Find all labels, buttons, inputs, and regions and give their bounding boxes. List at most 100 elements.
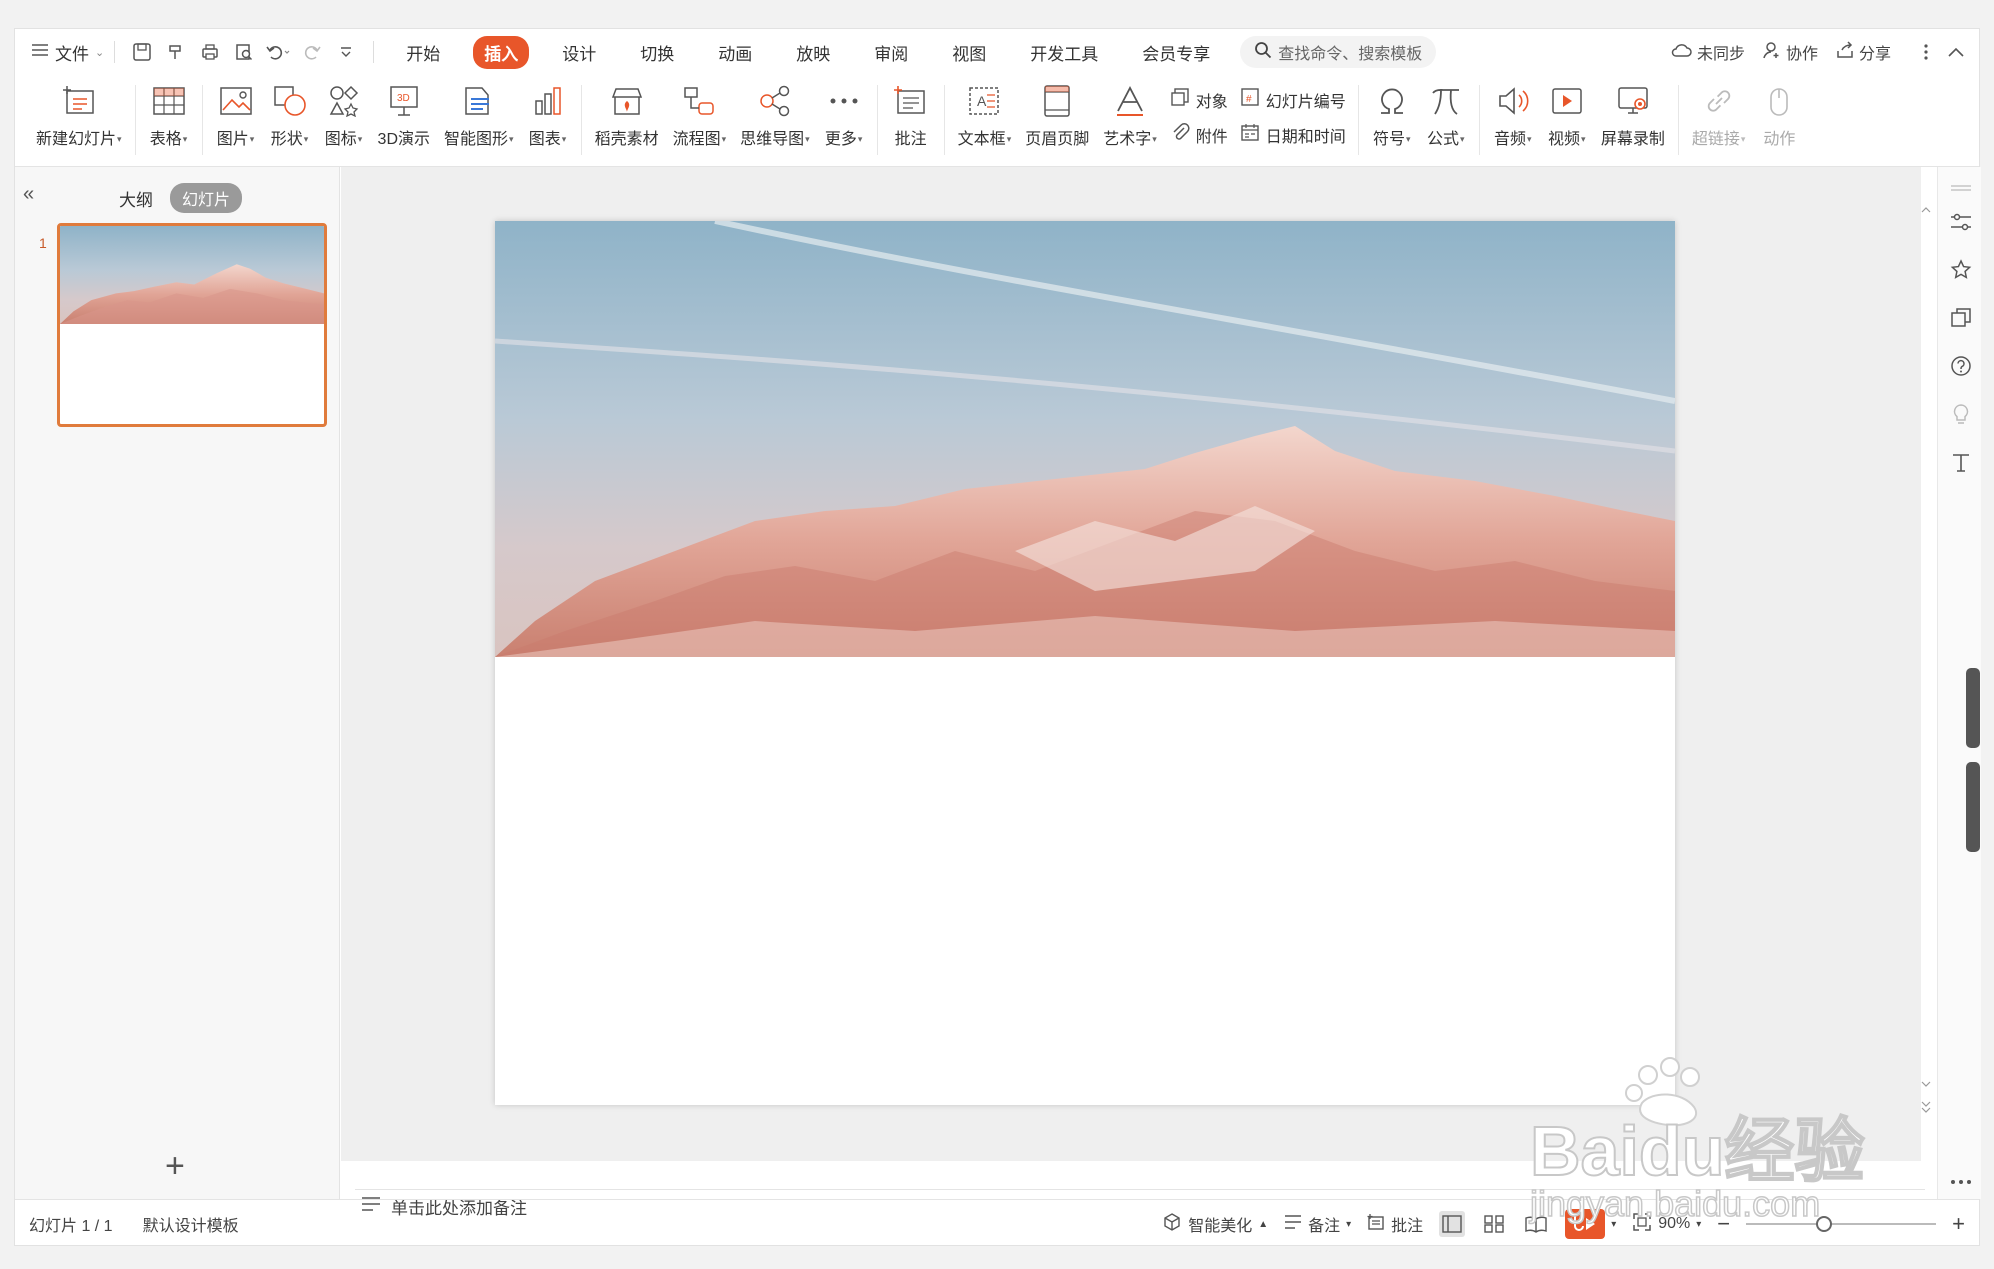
- tab-review[interactable]: 审阅: [863, 36, 919, 69]
- zoom-in-button[interactable]: +: [1952, 1211, 1965, 1237]
- hyperlink-button[interactable]: 超链接▾: [1685, 81, 1753, 149]
- slide-thumbnail[interactable]: [57, 223, 327, 427]
- more-label: 更多: [824, 131, 857, 148]
- print-icon[interactable]: [193, 35, 227, 69]
- lightbulb-icon[interactable]: [1948, 401, 1974, 427]
- screen-record-button[interactable]: 屏幕录制: [1594, 81, 1672, 149]
- attachment-button[interactable]: 附件: [1170, 122, 1228, 147]
- slide-canvas[interactable]: [495, 221, 1675, 1105]
- 3d-button[interactable]: 3D 3D演示: [371, 81, 437, 149]
- tab-developer[interactable]: 开发工具: [1019, 36, 1109, 69]
- tab-view[interactable]: 视图: [941, 36, 997, 69]
- more-button[interactable]: 更多▾: [817, 81, 871, 149]
- settings-sliders-icon[interactable]: [1948, 209, 1974, 235]
- chart-label: 图表: [528, 131, 561, 148]
- star-icon[interactable]: [1948, 257, 1974, 283]
- tab-slideshow[interactable]: 放映: [785, 36, 841, 69]
- side-float-tab-1[interactable]: [1966, 668, 1980, 748]
- shape-button[interactable]: 形状▾: [263, 81, 317, 149]
- notes-toggle-button[interactable]: 备注 ▾: [1284, 1212, 1351, 1236]
- picture-label: 图片: [216, 131, 249, 148]
- header-footer-button[interactable]: 页眉页脚: [1018, 81, 1096, 149]
- audio-button[interactable]: 音频▾: [1486, 81, 1540, 149]
- chart-button[interactable]: 图表▾: [521, 81, 575, 149]
- tab-slides[interactable]: 幻灯片: [170, 183, 243, 213]
- tab-animations[interactable]: 动画: [707, 36, 763, 69]
- comment-button[interactable]: 批注: [884, 81, 938, 149]
- icons-label: 图标: [324, 131, 357, 148]
- customize-quick-access-icon[interactable]: [329, 35, 363, 69]
- video-button[interactable]: 视频▾: [1540, 81, 1594, 149]
- collapse-panel-icon[interactable]: «: [23, 183, 34, 206]
- table-button[interactable]: 表格▾: [142, 81, 196, 149]
- divider: [1478, 85, 1480, 155]
- textbox-button[interactable]: A 文本框▾: [951, 81, 1019, 149]
- vertical-scrollbar[interactable]: [1919, 204, 1933, 1164]
- formula-label: 公式: [1427, 131, 1460, 148]
- slide-number-button[interactable]: # 幻灯片编号: [1240, 87, 1346, 112]
- save-icon[interactable]: [125, 35, 159, 69]
- new-slide-button[interactable]: 新建幻灯片▾: [29, 81, 129, 149]
- side-float-tab-2[interactable]: [1966, 762, 1980, 852]
- icons-button[interactable]: 图标▾: [317, 81, 371, 149]
- hyperlink-label: 超链接: [1691, 131, 1740, 148]
- text-icon[interactable]: [1948, 449, 1974, 475]
- format-painter-icon[interactable]: [159, 35, 193, 69]
- drag-handle-icon[interactable]: [1948, 175, 1974, 201]
- more-options-icon[interactable]: [1923, 43, 1929, 61]
- wordart-button[interactable]: 艺术字▾: [1096, 81, 1164, 149]
- sync-status[interactable]: 未同步: [1670, 40, 1745, 64]
- action-label: 动作: [1763, 131, 1796, 148]
- tab-home[interactable]: 开始: [395, 36, 451, 69]
- tab-membership[interactable]: 会员专享: [1131, 36, 1221, 69]
- tab-transitions[interactable]: 切换: [629, 36, 685, 69]
- divider: [1357, 85, 1359, 155]
- chevron-down-icon[interactable]: ▾: [1611, 1219, 1616, 1230]
- comments-toggle-button[interactable]: 批注: [1367, 1212, 1423, 1236]
- help-icon[interactable]: [1948, 353, 1974, 379]
- mountain-image[interactable]: [495, 221, 1675, 657]
- share-icon: [1836, 40, 1854, 64]
- file-menu[interactable]: 文件 ⌄: [31, 40, 104, 65]
- normal-view-icon[interactable]: [1439, 1211, 1466, 1237]
- print-preview-icon[interactable]: [227, 35, 261, 69]
- mindmap-button[interactable]: 思维导图▾: [733, 81, 817, 149]
- copy-format-icon[interactable]: [1948, 305, 1974, 331]
- daoke-button[interactable]: 稻壳素材: [588, 81, 666, 149]
- zoom-out-button[interactable]: −: [1717, 1211, 1730, 1237]
- command-search[interactable]: 查找命令、搜索模板: [1240, 36, 1437, 68]
- sync-label: 未同步: [1696, 46, 1745, 63]
- datetime-button[interactable]: 日期和时间: [1240, 122, 1346, 147]
- cube-icon: [1162, 1212, 1182, 1237]
- zoom-fit-button[interactable]: 90% ▾: [1632, 1212, 1701, 1237]
- formula-button[interactable]: 公式▾: [1419, 81, 1473, 149]
- object-button[interactable]: 对象: [1170, 87, 1228, 112]
- collapse-ribbon-icon[interactable]: [1947, 46, 1965, 58]
- tab-insert[interactable]: 插入: [473, 35, 530, 69]
- zoom-slider[interactable]: [1746, 1214, 1937, 1234]
- tab-design[interactable]: 设计: [551, 36, 607, 69]
- share-button[interactable]: 分享: [1836, 40, 1891, 64]
- flowchart-button[interactable]: 流程图▾: [666, 81, 734, 149]
- undo-icon[interactable]: [261, 35, 295, 69]
- reading-view-icon[interactable]: [1523, 1211, 1549, 1237]
- smart-beautify-button[interactable]: 智能美化 ▲: [1162, 1212, 1268, 1237]
- chevron-down-icon: ▾: [561, 134, 567, 145]
- collaborate-button[interactable]: 协作: [1763, 40, 1818, 64]
- action-button[interactable]: 动作: [1752, 81, 1806, 149]
- slideshow-play-icon[interactable]: [1565, 1209, 1606, 1239]
- zoom-level[interactable]: 90%: [1658, 1215, 1690, 1233]
- tab-outline[interactable]: 大纲: [119, 186, 153, 211]
- divider: [201, 85, 203, 155]
- zoom-slider-thumb[interactable]: [1815, 1216, 1832, 1232]
- picture-button[interactable]: 图片▾: [209, 81, 263, 149]
- header-footer-label: 页眉页脚: [1025, 131, 1090, 148]
- symbol-button[interactable]: 符号▾: [1365, 81, 1419, 149]
- add-slide-button[interactable]: +: [165, 1149, 185, 1183]
- more-tools-icon[interactable]: [1948, 1169, 1974, 1195]
- template-name[interactable]: 默认设计模板: [143, 1212, 239, 1236]
- slide-sorter-icon[interactable]: [1481, 1211, 1507, 1237]
- thumbnail-mountain-image: [60, 226, 324, 324]
- smartart-button[interactable]: 智能图形▾: [437, 81, 521, 149]
- redo-icon[interactable]: [295, 35, 329, 69]
